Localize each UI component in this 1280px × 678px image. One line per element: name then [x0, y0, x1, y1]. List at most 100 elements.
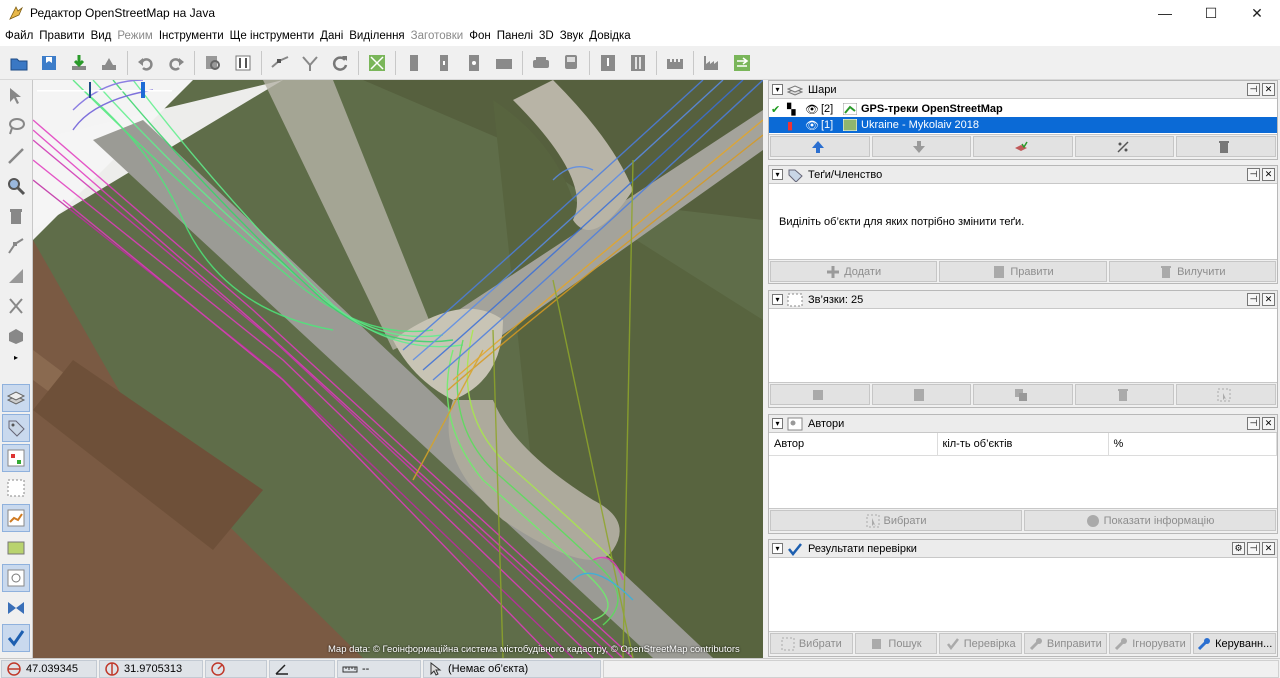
combine-way-button[interactable]: [297, 50, 323, 76]
toggle-validation-panel[interactable]: [2, 624, 30, 652]
menu-presets[interactable]: Заготовки: [408, 30, 467, 42]
menu-edit[interactable]: Правити: [36, 30, 87, 42]
building-mode-button[interactable]: [2, 322, 30, 350]
add-tag-button[interactable]: Додати: [770, 261, 938, 282]
menu-more-tools[interactable]: Ще інструменти: [227, 30, 318, 42]
collapse-toggle[interactable]: ▾: [772, 543, 783, 554]
toggle-history-panel[interactable]: [2, 504, 30, 532]
move-down-button[interactable]: [871, 136, 972, 157]
menu-view[interactable]: Вид: [88, 30, 115, 42]
column-author[interactable]: Автор: [769, 433, 938, 456]
maximize-button[interactable]: ☐: [1188, 0, 1234, 26]
layer-row-imagery[interactable]: ▮ 👁 [1] Ukraine - Mykolaiv 2018: [769, 117, 1277, 133]
relations-list[interactable]: [769, 309, 1277, 383]
preset-castle-button[interactable]: [662, 50, 688, 76]
settings-icon[interactable]: ⚙: [1232, 542, 1245, 555]
preset-info-button[interactable]: [595, 50, 621, 76]
extrude-mode-button[interactable]: [2, 262, 30, 290]
toggle-commands-panel[interactable]: [2, 534, 30, 562]
toggle-selection-panel[interactable]: [2, 444, 30, 472]
pin-icon[interactable]: ⊣: [1247, 293, 1260, 306]
delete-tag-button[interactable]: Вилучити: [1108, 261, 1276, 282]
edit-tag-button[interactable]: Правити: [939, 261, 1107, 282]
redo-button[interactable]: [163, 50, 189, 76]
fix-button[interactable]: Виправити: [1024, 633, 1107, 654]
show-info-button[interactable]: Показати інформацію: [1024, 510, 1276, 531]
toggle-layers-panel[interactable]: [2, 384, 30, 412]
wireframe-toggle-button[interactable]: [364, 50, 390, 76]
menu-data[interactable]: Дані: [317, 30, 346, 42]
preset-bus-button[interactable]: [558, 50, 584, 76]
visibility-eye-icon[interactable]: 👁: [803, 119, 821, 132]
menu-windows[interactable]: Панелі: [494, 30, 536, 42]
draw-mode-button[interactable]: [2, 142, 30, 170]
upload-button[interactable]: [96, 50, 122, 76]
delete-mode-button[interactable]: [2, 202, 30, 230]
save-button[interactable]: [36, 50, 62, 76]
lookup-error-button[interactable]: Пошук: [854, 633, 938, 654]
preset-car-button[interactable]: [528, 50, 554, 76]
menu-audio[interactable]: Звук: [557, 30, 587, 42]
download-button[interactable]: [66, 50, 92, 76]
search-button[interactable]: [200, 50, 226, 76]
preset-industrial-button[interactable]: [699, 50, 725, 76]
delete-layer-button[interactable]: [1176, 136, 1276, 157]
column-percent[interactable]: %: [1108, 433, 1277, 456]
toggle-filter-panel[interactable]: [2, 564, 30, 592]
map-view[interactable]: Map data: © Геоінформаційна система міст…: [33, 80, 763, 658]
collapse-toggle[interactable]: ▾: [772, 294, 783, 305]
column-count[interactable]: кіл-ть об’єктів: [937, 433, 1109, 456]
toggle-relations-panel[interactable]: [2, 474, 30, 502]
split-way-button[interactable]: [267, 50, 293, 76]
parallel-mode-button[interactable]: [2, 232, 30, 260]
map-attribution[interactable]: Map data: © Геоінформаційна система міст…: [328, 644, 740, 655]
menu-selection[interactable]: Виділення: [346, 30, 407, 42]
edit-relation-button[interactable]: [871, 384, 972, 405]
duplicate-relation-button[interactable]: [973, 384, 1073, 405]
more-modes-button[interactable]: ▸: [2, 352, 30, 362]
refresh-button[interactable]: [327, 50, 353, 76]
select-author-objects-button[interactable]: Вибрати: [770, 510, 1022, 531]
ignore-button[interactable]: Ігнорувати: [1108, 633, 1192, 654]
zoom-mode-button[interactable]: [2, 172, 30, 200]
toggle-conflict-panel[interactable]: [2, 594, 30, 622]
open-file-button[interactable]: [6, 50, 32, 76]
close-icon[interactable]: ✕: [1262, 542, 1275, 555]
select-relation-members-button[interactable]: [1176, 384, 1276, 405]
close-icon[interactable]: ✕: [1262, 417, 1275, 430]
validate-button[interactable]: Перевірка: [939, 633, 1023, 654]
menu-file[interactable]: Файл: [2, 30, 36, 42]
menu-mode[interactable]: Режим: [114, 30, 155, 42]
delete-relation-button[interactable]: [1074, 384, 1175, 405]
move-up-button[interactable]: [770, 136, 870, 157]
preset-food-button[interactable]: [625, 50, 651, 76]
layer-row-gps[interactable]: ✔ ▚ 👁 [2] GPS-треки OpenStreetMap: [769, 101, 1277, 117]
pin-icon[interactable]: ⊣: [1247, 83, 1260, 96]
visibility-eye-icon[interactable]: 👁: [803, 103, 821, 116]
validation-results-list[interactable]: [769, 558, 1277, 632]
pin-icon[interactable]: ⊣: [1247, 168, 1260, 181]
active-check-icon[interactable]: ✔: [771, 103, 787, 116]
collapse-toggle[interactable]: ▾: [772, 418, 783, 429]
improve-way-button[interactable]: [2, 292, 30, 320]
menu-3d[interactable]: 3D: [536, 30, 557, 42]
pin-icon[interactable]: ⊣: [1247, 542, 1260, 555]
toggle-tags-panel[interactable]: [2, 414, 30, 442]
preferences-button[interactable]: [230, 50, 256, 76]
preset-transfer-button[interactable]: [729, 50, 755, 76]
menu-imagery[interactable]: Фон: [466, 30, 494, 42]
close-icon[interactable]: ✕: [1262, 293, 1275, 306]
preset-1-button[interactable]: [401, 50, 427, 76]
activate-layer-button[interactable]: [973, 136, 1073, 157]
menu-tools[interactable]: Інструменти: [156, 30, 227, 42]
pin-icon[interactable]: ⊣: [1247, 417, 1260, 430]
new-relation-button[interactable]: [770, 384, 870, 405]
preset-3-button[interactable]: [461, 50, 487, 76]
manage-ignored-button[interactable]: Керуванн...: [1193, 633, 1277, 654]
close-button[interactable]: ✕: [1234, 0, 1280, 26]
toggle-visibility-button[interactable]: [1074, 136, 1175, 157]
preset-4-button[interactable]: [491, 50, 517, 76]
collapse-toggle[interactable]: ▾: [772, 84, 783, 95]
menu-help[interactable]: Довідка: [586, 30, 633, 42]
collapse-toggle[interactable]: ▾: [772, 169, 783, 180]
